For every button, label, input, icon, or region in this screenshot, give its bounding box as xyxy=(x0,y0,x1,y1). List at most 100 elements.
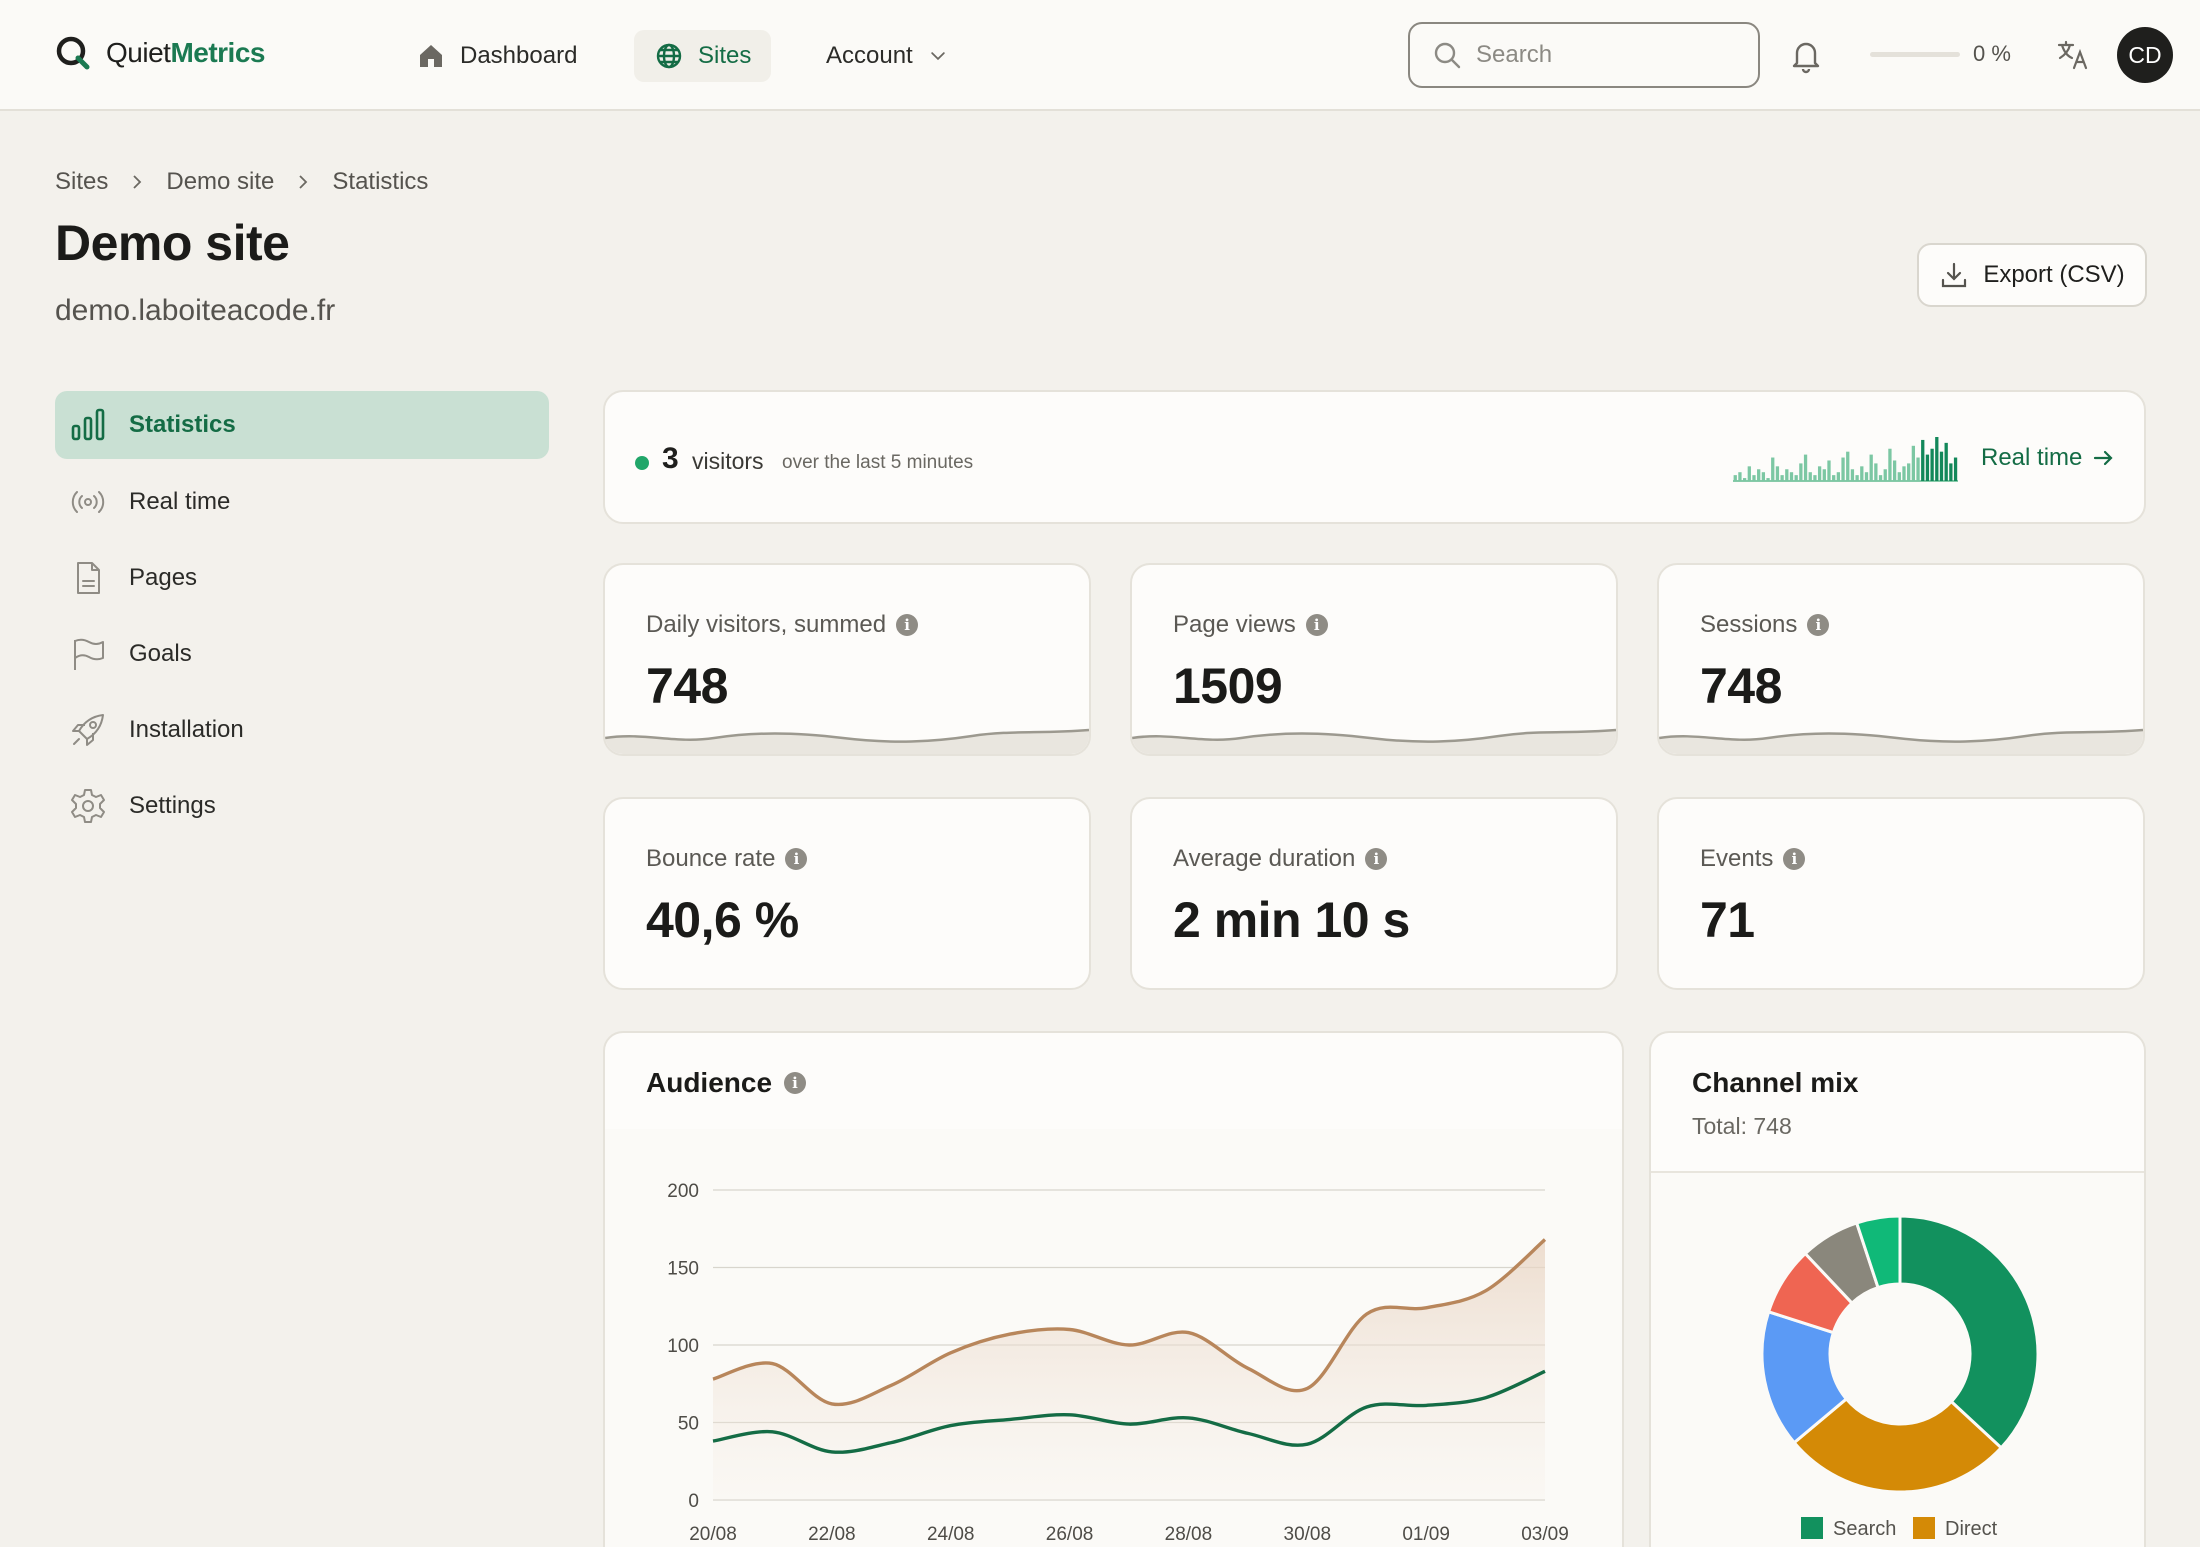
info-icon[interactable]: i xyxy=(785,848,808,870)
breadcrumb-demo-site[interactable]: Demo site xyxy=(166,168,274,196)
sparkline-bar xyxy=(1864,472,1869,481)
sparkline-bar xyxy=(1916,457,1920,481)
sparkline-bar xyxy=(1771,457,1775,481)
info-icon[interactable]: i xyxy=(1305,614,1328,636)
stat-label: Page views i xyxy=(1173,611,1328,639)
export-csv-label: Export (CSV) xyxy=(1983,261,2125,288)
translate-icon[interactable] xyxy=(2056,38,2090,72)
nav-account-label: Account xyxy=(826,42,913,69)
nav-dashboard-label: Dashboard xyxy=(460,42,578,69)
sparkline-bar xyxy=(1902,466,1906,481)
stat-card-bounce-rate: Bounce rate i 40,6 % xyxy=(603,797,1091,990)
sidebar-item-goals[interactable]: Goals xyxy=(55,620,549,688)
search-input[interactable] xyxy=(1476,41,1736,69)
x-tick-label: 20/08 xyxy=(689,1524,737,1545)
donut-slice[interactable] xyxy=(1898,1214,2040,1450)
channel-mix-title: Channel mix xyxy=(1692,1067,1859,1098)
stat-value: 748 xyxy=(1700,658,1782,714)
stat-label: Average duration i xyxy=(1173,845,1388,873)
site-domain: demo.laboiteacode.fr xyxy=(55,294,336,327)
export-csv-button[interactable]: Export (CSV) xyxy=(1917,243,2147,307)
sidebar-item-installation[interactable]: Installation xyxy=(55,696,549,764)
usage-progress-label: 0 % xyxy=(1973,41,2011,66)
audience-chart: 0 50 100 150 200 20/08 22/08 24/08 26/08 28/08 30/… xyxy=(605,1129,1622,1547)
home-icon xyxy=(420,45,442,67)
arrow-right-icon xyxy=(2094,450,2113,466)
sidebar-item-pages[interactable]: Pages xyxy=(55,544,549,612)
chevron-right-icon xyxy=(299,175,308,189)
realtime-link[interactable]: Real time xyxy=(1981,444,2114,472)
sparkline-bar xyxy=(1841,457,1845,481)
stat-card-daily-visitors: Daily visitors, summed i 748 xyxy=(603,563,1091,756)
y-tick-label: 150 xyxy=(667,1259,699,1280)
y-tick-label: 200 xyxy=(667,1181,699,1202)
sparkline-bar xyxy=(1738,472,1742,481)
channel-mix-total: Total: 748 xyxy=(1692,1113,1792,1139)
sparkline-bar xyxy=(1869,454,1873,481)
stat-value: 40,6 % xyxy=(646,892,799,948)
search-box[interactable] xyxy=(1408,22,1760,88)
stat-card-average-duration: Average duration i 2 min 10 s xyxy=(1130,797,1618,990)
top-bar: QuietMetrics Dashboard Sites Account 0 %… xyxy=(0,0,2200,111)
sparkline-bar xyxy=(1780,475,1784,481)
sparkline-bar xyxy=(1925,454,1930,481)
sparkline-bar xyxy=(1892,460,1897,481)
sparkline-bar xyxy=(1757,469,1761,481)
info-icon[interactable]: i xyxy=(1365,848,1388,870)
legend-label: Direct xyxy=(1945,1518,1998,1540)
x-tick-label: 24/08 xyxy=(927,1524,975,1545)
nav-sites[interactable]: Sites xyxy=(634,30,772,82)
sidebar-item-label: Installation xyxy=(129,716,244,743)
nav-sites-label: Sites xyxy=(698,42,752,69)
legend-label: Search xyxy=(1833,1518,1896,1540)
sparkline-bar xyxy=(1949,463,1953,481)
audience-title: Audience i xyxy=(646,1067,807,1099)
notifications-bell-icon[interactable] xyxy=(1788,36,1824,74)
sparkline-bar xyxy=(1761,472,1766,481)
info-icon[interactable]: i xyxy=(1807,614,1830,636)
chevron-down-icon xyxy=(930,52,945,61)
sparkline-bar xyxy=(1822,469,1826,481)
logo-icon xyxy=(56,36,90,70)
bar-chart-icon xyxy=(71,408,105,441)
stat-value: 2 min 10 s xyxy=(1173,892,1410,948)
download-icon xyxy=(1942,262,1967,288)
nav-dashboard[interactable]: Dashboard xyxy=(396,30,597,82)
sparkline-bar xyxy=(1850,469,1855,481)
gear-icon xyxy=(71,789,105,823)
sparkline-bar xyxy=(1752,475,1756,481)
sparkline-bar xyxy=(1944,442,1948,481)
info-icon[interactable]: i xyxy=(1783,848,1806,870)
y-tick-label: 100 xyxy=(667,1336,699,1357)
sparkline-bar xyxy=(1817,466,1822,481)
brand-logo[interactable]: QuietMetrics xyxy=(54,34,265,72)
x-tick-label: 03/09 xyxy=(1521,1524,1569,1545)
legend-swatch xyxy=(1913,1517,1935,1539)
realtime-visitor-count: 3 xyxy=(662,442,679,475)
live-status-dot xyxy=(635,456,649,470)
info-icon[interactable]: i xyxy=(784,1072,807,1094)
sparkline-bar xyxy=(1953,457,1958,481)
x-tick-label: 26/08 xyxy=(1046,1524,1094,1545)
stat-sparkline xyxy=(1132,728,1616,754)
sidebar-item-settings[interactable]: Settings xyxy=(55,772,549,840)
info-icon[interactable]: i xyxy=(896,614,919,636)
x-tick-label: 01/09 xyxy=(1402,1524,1450,1545)
sparkline-bar xyxy=(1836,472,1841,481)
sparkline-bar xyxy=(1921,439,1925,481)
sparkline-bar xyxy=(1827,460,1831,481)
sparkline-bar xyxy=(1813,475,1817,481)
legend-swatch xyxy=(1801,1517,1823,1539)
chevron-right-icon xyxy=(133,175,142,189)
sparkline-bar xyxy=(1789,472,1794,481)
user-avatar[interactable]: CD xyxy=(2117,27,2173,83)
stat-label: Sessions i xyxy=(1700,611,1830,639)
sparkline-bar xyxy=(1803,454,1808,481)
sparkline-bar xyxy=(1775,466,1780,481)
sidebar-item-real-time[interactable]: Real time xyxy=(55,468,549,536)
sidebar-item-statistics[interactable]: Statistics xyxy=(55,391,549,459)
nav-account[interactable]: Account xyxy=(806,30,969,82)
sparkline-bar xyxy=(1799,463,1803,481)
sidebar-item-label: Settings xyxy=(129,792,216,819)
breadcrumb-sites[interactable]: Sites xyxy=(55,168,108,196)
